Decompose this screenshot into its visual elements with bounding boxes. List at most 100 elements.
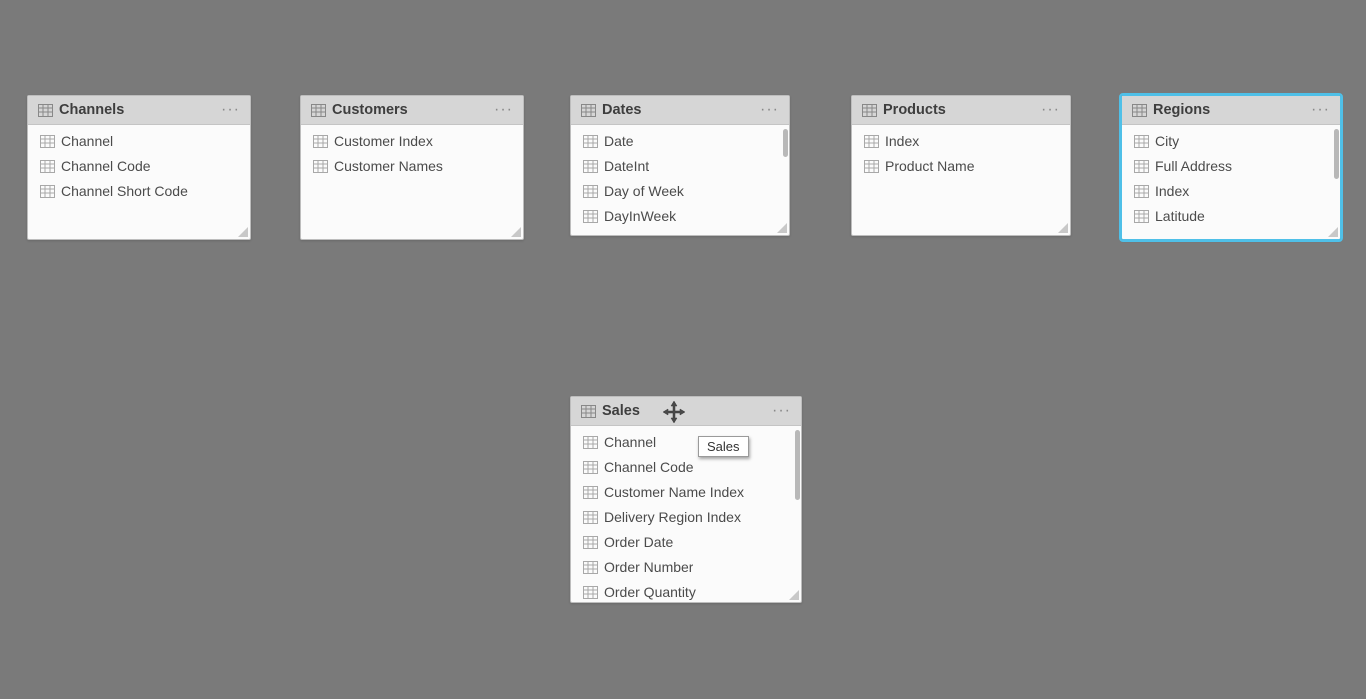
scrollbar-thumb[interactable] xyxy=(783,129,788,157)
field-item[interactable]: Product Name xyxy=(852,154,1070,179)
field-label: Channel xyxy=(604,432,656,453)
field-item[interactable]: Channel Code xyxy=(571,455,801,480)
table-header-sales[interactable]: Sales ··· xyxy=(571,397,801,426)
field-list: Customer Index Customer Names xyxy=(301,125,523,239)
field-label: Order Date xyxy=(604,532,673,553)
table-sales[interactable]: Sales ··· Channel Channel Code Customer … xyxy=(570,396,802,603)
field-list: City Full Address Index Latitude xyxy=(1122,125,1340,239)
field-label: DateInt xyxy=(604,156,649,177)
field-label: Date xyxy=(604,131,634,152)
field-label: Customer Names xyxy=(334,156,443,177)
table-header-products[interactable]: Products ··· xyxy=(852,96,1070,125)
field-item[interactable]: DayInWeek xyxy=(571,204,789,229)
column-icon xyxy=(40,185,55,198)
field-label: Customer Name Index xyxy=(604,482,744,503)
field-item[interactable]: Order Date xyxy=(571,530,801,555)
field-item[interactable]: Customer Names xyxy=(301,154,523,179)
field-item[interactable]: Channel xyxy=(571,430,801,455)
more-options-button[interactable]: ··· xyxy=(219,101,242,119)
more-options-button[interactable]: ··· xyxy=(770,402,793,420)
field-item[interactable]: Day of Week xyxy=(571,179,789,204)
table-channels[interactable]: Channels ··· Channel Channel Code Channe… xyxy=(27,95,251,240)
field-item[interactable]: Customer Name Index xyxy=(571,480,801,505)
field-item[interactable]: City xyxy=(1122,129,1340,154)
field-label: Channel Short Code xyxy=(61,181,188,202)
field-item[interactable]: Latitude xyxy=(1122,204,1340,229)
field-label: Channel Code xyxy=(604,457,694,478)
column-icon xyxy=(313,135,328,148)
field-label: Latitude xyxy=(1155,206,1205,227)
model-canvas[interactable]: Channels ··· Channel Channel Code Channe… xyxy=(0,0,1366,699)
field-item[interactable]: Channel Code xyxy=(28,154,250,179)
column-icon xyxy=(583,536,598,549)
column-icon xyxy=(583,486,598,499)
column-icon xyxy=(583,586,598,599)
field-label: DayInWeek xyxy=(604,206,676,227)
table-header-customers[interactable]: Customers ··· xyxy=(301,96,523,125)
column-icon xyxy=(40,135,55,148)
column-icon xyxy=(864,160,879,173)
table-header-regions[interactable]: Regions ··· xyxy=(1122,96,1340,125)
field-list: Channel Channel Code Customer Name Index… xyxy=(571,426,801,602)
table-title: Products xyxy=(883,102,1039,118)
column-icon xyxy=(1134,135,1149,148)
table-title: Sales xyxy=(602,403,770,419)
table-title: Channels xyxy=(59,102,219,118)
field-label: Index xyxy=(885,131,919,152)
more-options-button[interactable]: ··· xyxy=(492,101,515,119)
column-icon xyxy=(864,135,879,148)
column-icon xyxy=(583,511,598,524)
field-item[interactable]: Full Address xyxy=(1122,154,1340,179)
field-item[interactable]: Channel Short Code xyxy=(28,179,250,204)
field-label: Channel xyxy=(61,131,113,152)
table-icon xyxy=(1132,104,1147,117)
field-item[interactable]: Channel xyxy=(28,129,250,154)
field-label: Full Address xyxy=(1155,156,1232,177)
table-icon xyxy=(581,405,596,418)
table-icon xyxy=(311,104,326,117)
field-label: Channel Code xyxy=(61,156,151,177)
field-label: Order Number xyxy=(604,557,693,578)
field-item[interactable]: Date xyxy=(571,129,789,154)
field-item[interactable]: Customer Index xyxy=(301,129,523,154)
scrollbar-thumb[interactable] xyxy=(795,430,800,500)
table-header-dates[interactable]: Dates ··· xyxy=(571,96,789,125)
table-title: Regions xyxy=(1153,102,1309,118)
field-label: Index xyxy=(1155,181,1189,202)
column-icon xyxy=(583,160,598,173)
column-icon xyxy=(583,436,598,449)
field-label: Delivery Region Index xyxy=(604,507,741,528)
table-icon xyxy=(862,104,877,117)
field-label: Order Quantity xyxy=(604,582,696,602)
field-label: Product Name xyxy=(885,156,974,177)
field-item[interactable]: Delivery Region Index xyxy=(571,505,801,530)
table-header-channels[interactable]: Channels ··· xyxy=(28,96,250,125)
field-item[interactable]: DateInt xyxy=(571,154,789,179)
field-item[interactable]: Index xyxy=(1122,179,1340,204)
column-icon xyxy=(40,160,55,173)
table-customers[interactable]: Customers ··· Customer Index Customer Na… xyxy=(300,95,524,240)
table-title: Dates xyxy=(602,102,758,118)
field-item[interactable]: Order Number xyxy=(571,555,801,580)
field-item[interactable]: Order Quantity xyxy=(571,580,801,602)
table-title: Customers xyxy=(332,102,492,118)
tooltip-sales: Sales xyxy=(698,436,749,457)
column-icon xyxy=(583,561,598,574)
field-list: Index Product Name xyxy=(852,125,1070,235)
field-list: Channel Channel Code Channel Short Code xyxy=(28,125,250,239)
table-products[interactable]: Products ··· Index Product Name xyxy=(851,95,1071,236)
field-label: Customer Index xyxy=(334,131,433,152)
column-icon xyxy=(583,135,598,148)
more-options-button[interactable]: ··· xyxy=(1039,101,1062,119)
table-regions[interactable]: Regions ··· City Full Address Index Lati… xyxy=(1121,95,1341,240)
more-options-button[interactable]: ··· xyxy=(1309,101,1332,119)
more-options-button[interactable]: ··· xyxy=(758,101,781,119)
table-icon xyxy=(38,104,53,117)
column-icon xyxy=(583,185,598,198)
field-item[interactable]: Index xyxy=(852,129,1070,154)
scrollbar-thumb[interactable] xyxy=(1334,129,1339,179)
table-icon xyxy=(581,104,596,117)
table-dates[interactable]: Dates ··· Date DateInt Day of Week DayIn… xyxy=(570,95,790,236)
column-icon xyxy=(313,160,328,173)
column-icon xyxy=(583,210,598,223)
